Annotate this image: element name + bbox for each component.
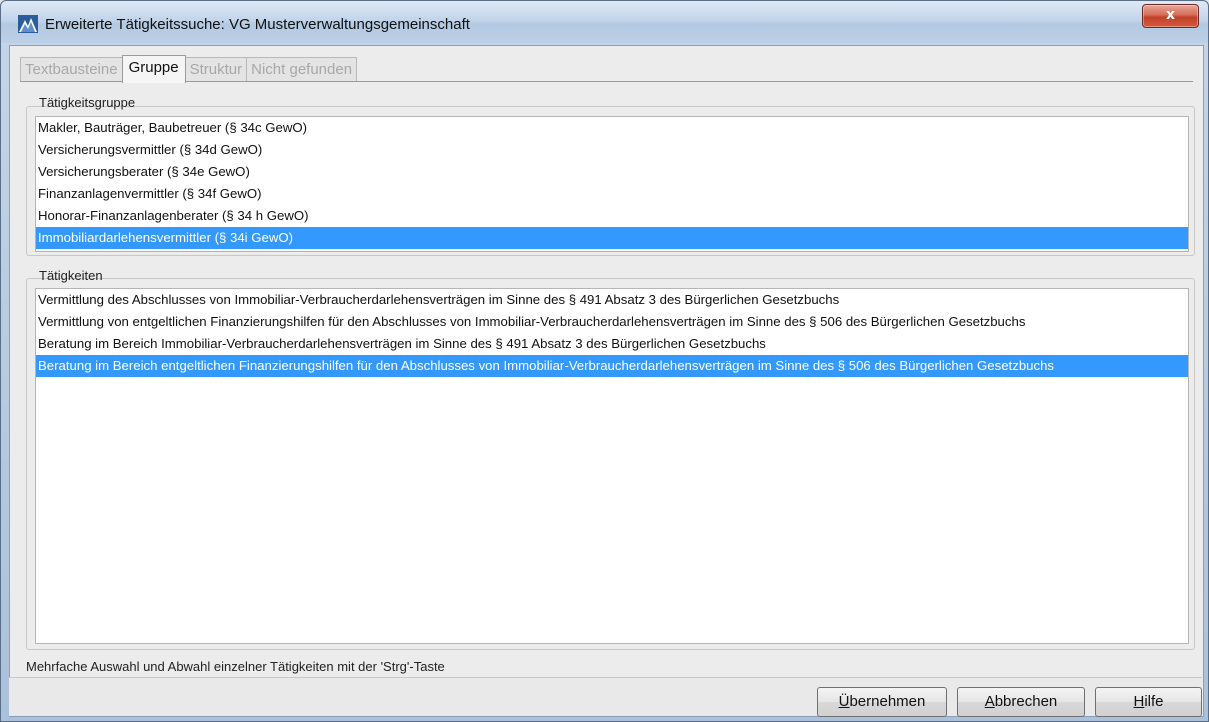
taetigkeitsgruppe-list[interactable]: Makler, Bauträger, Baubetreuer (§ 34c Ge… (35, 116, 1189, 252)
group-label-taetigkeitsgruppe: Tätigkeitsgruppe (39, 95, 136, 110)
list-item[interactable]: Finanzanlagenvermittler (§ 34f GewO) (36, 183, 1188, 205)
uebernehmen-button[interactable]: Übernehmen (817, 687, 947, 717)
tab-textbausteine: Textbausteine (20, 57, 123, 82)
group-label-taetigkeiten: Tätigkeiten (39, 268, 103, 283)
taetigkeiten-list[interactable]: Vermittlung des Abschlusses von Immobili… (35, 288, 1189, 644)
hilfe-button[interactable]: Hilfe (1095, 687, 1202, 717)
list-item[interactable]: Vermittlung von entgeltlichen Finanzieru… (36, 311, 1188, 333)
title-bar[interactable]: Erweiterte Tätigkeitssuche: VG Musterver… (1, 1, 1208, 43)
list-item[interactable]: Honorar-Finanzanlagenberater (§ 34 h Gew… (36, 205, 1188, 227)
dialog-window: Erweiterte Tätigkeitssuche: VG Musterver… (0, 0, 1209, 722)
window-title: Erweiterte Tätigkeitssuche: VG Musterver… (45, 16, 470, 33)
list-item[interactable]: Versicherungsberater (§ 34e GewO) (36, 161, 1188, 183)
abbrechen-button[interactable]: Abbrechen (957, 687, 1085, 717)
list-item-selected[interactable]: Immobiliardarlehensvermittler (§ 34i Gew… (36, 227, 1188, 249)
list-item[interactable]: Beratung im Bereich Immobiliar-Verbrauch… (36, 333, 1188, 355)
app-icon (18, 15, 38, 33)
list-item[interactable]: Makler, Bauträger, Baubetreuer (§ 34c Ge… (36, 117, 1188, 139)
list-item[interactable]: Vermittlung des Abschlusses von Immobili… (36, 289, 1188, 311)
list-item[interactable]: Versicherungsvermittler (§ 34d GewO) (36, 139, 1188, 161)
tab-gruppe[interactable]: Gruppe (121, 55, 186, 83)
close-icon[interactable]: x (1142, 4, 1199, 28)
list-item-selected[interactable]: Beratung im Bereich entgeltlichen Finanz… (36, 355, 1188, 377)
tab-struktur: Struktur (184, 57, 248, 82)
selection-hint: Mehrfache Auswahl und Abwahl einzelner T… (26, 659, 445, 674)
tab-bar: Textbausteine Gruppe Struktur Nicht gefu… (20, 55, 358, 83)
dialog-body: Textbausteine Gruppe Struktur Nicht gefu… (9, 45, 1204, 717)
tab-nicht-gefunden: Nicht gefunden (246, 57, 358, 82)
